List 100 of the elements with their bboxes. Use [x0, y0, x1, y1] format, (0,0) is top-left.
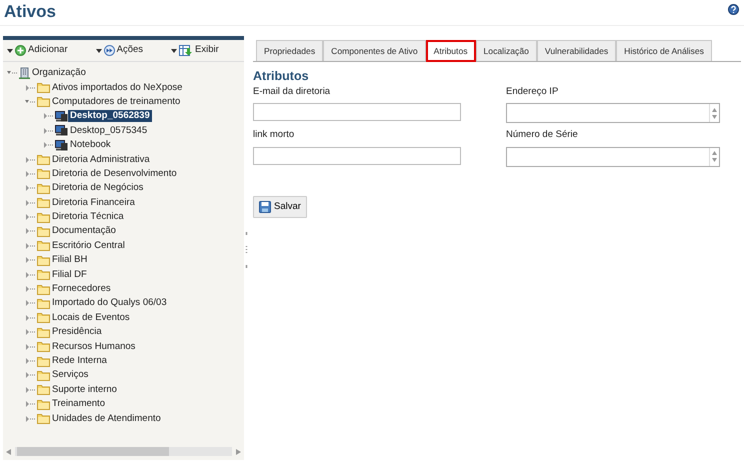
tree-item[interactable]: Importado do Qualys 06/03: [50, 297, 169, 310]
folder-icon: [37, 82, 50, 94]
tree-item[interactable]: Diretoria de Negócios: [50, 182, 146, 194]
folder-icon: [37, 356, 50, 366]
expand-toggle-icon[interactable]: [25, 328, 35, 336]
add-menu-button[interactable]: Adicionar: [7, 43, 68, 58]
folder-icon: [37, 269, 50, 280]
folder-icon: [37, 341, 50, 352]
horizontal-scrollbar[interactable]: [6, 446, 241, 457]
tree-item[interactable]: Computadores de treinamento: [50, 96, 182, 108]
field-label: Endereço IP: [506, 85, 560, 99]
fast-forward-icon: [104, 45, 115, 56]
tree-item[interactable]: Filial BH: [50, 254, 90, 266]
folder-icon: [37, 398, 50, 410]
expand-toggle-icon[interactable]: [25, 371, 35, 380]
scroll-right-icon[interactable]: [236, 448, 241, 454]
spin-up-icon[interactable]: [712, 108, 717, 112]
tree-item[interactable]: Suporte interno: [50, 384, 119, 396]
folder-icon: [37, 370, 50, 381]
tree-item[interactable]: Notebook: [68, 139, 113, 152]
scroll-left-icon[interactable]: [6, 448, 11, 454]
expand-toggle-icon[interactable]: [25, 227, 35, 236]
folder-icon: [37, 96, 50, 108]
section-title: Atributos: [253, 69, 310, 84]
input-field[interactable]: [253, 103, 461, 122]
tab[interactable]: Propriedades: [256, 40, 324, 61]
expand-toggle-icon[interactable]: [43, 141, 53, 150]
expand-toggle-icon[interactable]: [43, 126, 53, 135]
save-button[interactable]: Salvar: [253, 196, 307, 218]
folder-icon: [37, 182, 50, 194]
tree-item[interactable]: Ativos importados do NeXpose: [50, 82, 184, 94]
tree-item[interactable]: Diretoria Técnica: [50, 211, 126, 224]
folder-icon: [37, 326, 50, 338]
expand-toggle-icon[interactable]: [25, 299, 35, 308]
tab[interactable]: Histórico de Análises: [616, 40, 712, 61]
text-area-field[interactable]: [506, 146, 720, 166]
expand-toggle-icon[interactable]: [25, 314, 35, 322]
folder-icon: [37, 226, 50, 237]
spin-up-icon[interactable]: [712, 151, 717, 155]
tree-item[interactable]: Desktop_0562839: [68, 110, 152, 122]
view-menu-button[interactable]: Exibir: [171, 43, 219, 58]
tree-item[interactable]: Diretoria de Desenvolvimento: [50, 168, 179, 180]
tree-item[interactable]: Locais de Eventos: [50, 312, 132, 324]
expand-toggle-icon[interactable]: [25, 213, 35, 222]
expand-toggle-icon[interactable]: [25, 285, 35, 294]
tree-item[interactable]: Treinamento: [50, 398, 107, 410]
tab[interactable]: Vulnerabilidades: [536, 40, 616, 61]
tree-item[interactable]: Desktop_0575345: [68, 124, 150, 137]
tree-item[interactable]: Recursos Humanos: [50, 340, 138, 353]
building-icon: [19, 67, 30, 80]
tree-item[interactable]: Rede Interna: [50, 355, 109, 367]
folder-icon: [37, 254, 50, 266]
field-label: Número de Série: [506, 128, 579, 142]
tree-item[interactable]: Diretoria Administrativa: [50, 154, 152, 166]
tree-item[interactable]: Documentação: [50, 225, 118, 238]
expand-toggle-icon[interactable]: [25, 342, 35, 351]
expand-toggle-icon[interactable]: [25, 156, 35, 164]
expand-toggle-icon[interactable]: [25, 270, 35, 279]
tab[interactable]: Localização: [476, 40, 537, 61]
help-icon[interactable]: [728, 4, 739, 15]
folder-icon: [37, 197, 50, 208]
actions-menu-button[interactable]: Ações: [96, 43, 144, 58]
tree-item[interactable]: Filial DF: [50, 268, 89, 281]
expand-toggle-icon[interactable]: [25, 170, 35, 178]
expand-toggle-icon[interactable]: [43, 112, 53, 120]
text-area-field[interactable]: [506, 103, 720, 124]
folder-icon: [37, 154, 50, 166]
caret-icon: [96, 48, 102, 52]
caret-icon: [171, 48, 178, 52]
tree-item[interactable]: Unidades de Atendimento: [50, 412, 163, 425]
tree-item[interactable]: Serviços: [50, 369, 90, 382]
folder-icon: [37, 212, 50, 223]
expand-toggle-icon[interactable]: [25, 414, 35, 423]
expand-toggle-icon[interactable]: [25, 256, 35, 264]
tab[interactable]: Atributos: [426, 40, 476, 62]
tree-item[interactable]: Escritório Central: [50, 240, 127, 252]
computer-icon: [55, 125, 68, 136]
add-icon: [15, 45, 26, 56]
spin-down-icon[interactable]: [712, 158, 717, 162]
tree-item[interactable]: Fornecedores: [50, 283, 113, 296]
expand-toggle-icon[interactable]: [25, 84, 35, 92]
table-arrow-icon: [179, 45, 194, 56]
field-label: link morto: [253, 128, 296, 142]
expand-toggle-icon[interactable]: [25, 184, 35, 192]
computer-icon: [55, 140, 68, 151]
spin-down-icon[interactable]: [712, 114, 717, 119]
folder-icon: [37, 168, 50, 180]
expand-toggle-icon[interactable]: [25, 386, 35, 394]
input-field[interactable]: [253, 146, 461, 164]
expand-toggle-icon[interactable]: [25, 400, 35, 408]
tree-item[interactable]: Diretoria Financeira: [50, 196, 137, 209]
expand-toggle-icon[interactable]: [25, 357, 35, 365]
folder-icon: [37, 298, 50, 309]
expand-toggle-icon[interactable]: [25, 198, 35, 207]
expand-toggle-icon[interactable]: [25, 242, 35, 250]
field-label: E-mail da diretoria: [253, 85, 332, 99]
tab[interactable]: Componentes de Ativo: [323, 40, 426, 61]
folder-icon: [37, 284, 50, 295]
tree-item[interactable]: Organização: [30, 67, 88, 80]
tree-item[interactable]: Presidência: [50, 326, 104, 338]
